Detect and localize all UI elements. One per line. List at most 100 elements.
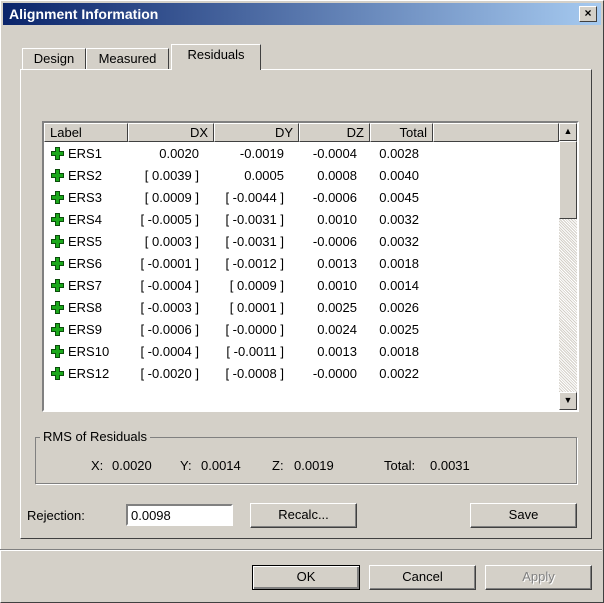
row-label: ERS6 bbox=[68, 256, 102, 271]
rms-x-value: 0.0020 bbox=[112, 458, 152, 473]
row-dx: 0.0020 bbox=[159, 146, 199, 161]
green-plus-icon bbox=[51, 191, 64, 204]
scroll-up-arrow-icon[interactable]: ▲ bbox=[559, 123, 577, 141]
table-row[interactable]: ERS7 [ -0.0004 ] [ 0.0009 ] 0.0010 0.0014 bbox=[44, 275, 556, 297]
row-dx: [ -0.0004 ] bbox=[140, 344, 199, 359]
tab-design[interactable]: Design bbox=[22, 48, 86, 70]
green-plus-icon bbox=[51, 279, 64, 292]
table-row[interactable]: ERS12 [ -0.0020 ] [ -0.0008 ] -0.0000 0.0022 bbox=[44, 363, 556, 385]
row-total: 0.0025 bbox=[379, 322, 419, 337]
table-row[interactable]: ERS6 [ -0.0001 ] [ -0.0012 ] 0.0013 0.0018 bbox=[44, 253, 556, 275]
row-total: 0.0014 bbox=[379, 278, 419, 293]
green-plus-icon bbox=[51, 257, 64, 270]
table-row[interactable]: ERS9 [ -0.0006 ] [ -0.0000 ] 0.0024 0.0025 bbox=[44, 319, 556, 341]
row-dx: [ 0.0039 ] bbox=[144, 168, 199, 183]
column-header-blank[interactable] bbox=[433, 123, 559, 142]
row-total: 0.0045 bbox=[379, 190, 419, 205]
row-dy: 0.0005 bbox=[244, 168, 284, 183]
vertical-scrollbar[interactable]: ▲ ▼ bbox=[559, 123, 577, 410]
row-total: 0.0028 bbox=[379, 146, 419, 161]
scrollbar-thumb[interactable] bbox=[559, 141, 577, 219]
row-dy: [ -0.0000 ] bbox=[225, 322, 284, 337]
title-bar[interactable]: Alignment Information × bbox=[3, 3, 601, 25]
separator bbox=[0, 549, 602, 551]
scroll-down-arrow-icon[interactable]: ▼ bbox=[559, 392, 577, 410]
row-label: ERS12 bbox=[68, 366, 110, 381]
rejection-input[interactable] bbox=[126, 504, 233, 526]
residuals-list[interactable]: Label DX DY DZ Total ERS1 0.0020 -0.0019 -0… bbox=[42, 121, 579, 412]
rms-y-label: Y: bbox=[180, 458, 192, 473]
row-label: ERS10 bbox=[68, 344, 110, 359]
table-row[interactable]: ERS10 [ -0.0004 ] [ -0.0011 ] 0.0013 0.0018 bbox=[44, 341, 556, 363]
row-dy: [ 0.0009 ] bbox=[229, 278, 284, 293]
window-title: Alignment Information bbox=[9, 6, 159, 22]
column-header-dz[interactable]: DZ bbox=[299, 123, 370, 142]
row-label: ERS9 bbox=[68, 322, 102, 337]
column-header-label[interactable]: Label bbox=[44, 123, 128, 142]
green-plus-icon bbox=[51, 323, 64, 336]
row-dz: 0.0010 bbox=[317, 212, 357, 227]
row-dy: [ -0.0031 ] bbox=[225, 212, 284, 227]
green-plus-icon bbox=[51, 345, 64, 358]
table-row[interactable]: ERS3 [ 0.0009 ] [ -0.0044 ] -0.0006 0.0045 bbox=[44, 187, 556, 209]
row-dy: [ -0.0044 ] bbox=[225, 190, 284, 205]
green-plus-icon bbox=[51, 301, 64, 314]
row-label: ERS5 bbox=[68, 234, 102, 249]
rms-group-title: RMS of Residuals bbox=[40, 429, 151, 444]
table-row[interactable]: ERS4 [ -0.0005 ] [ -0.0031 ] 0.0010 0.0032 bbox=[44, 209, 556, 231]
recalc-button[interactable]: Recalc... bbox=[250, 503, 357, 528]
row-dz: -0.0004 bbox=[312, 146, 357, 161]
rms-x-label: X: bbox=[91, 458, 104, 473]
row-dz: 0.0025 bbox=[317, 300, 357, 315]
row-dz: 0.0010 bbox=[317, 278, 357, 293]
row-dy: -0.0019 bbox=[239, 146, 284, 161]
row-total: 0.0032 bbox=[379, 212, 419, 227]
tab-measured[interactable]: Measured bbox=[86, 48, 169, 70]
rms-total-label: Total: bbox=[384, 458, 416, 473]
apply-button[interactable]: Apply bbox=[485, 565, 592, 590]
rejection-label: Rejection: bbox=[27, 508, 85, 523]
rms-total-value: 0.0031 bbox=[430, 458, 470, 473]
row-label: ERS2 bbox=[68, 168, 102, 183]
row-dx: [ -0.0005 ] bbox=[140, 212, 199, 227]
close-button[interactable]: × bbox=[579, 6, 597, 22]
row-dz: -0.0006 bbox=[312, 234, 357, 249]
row-dy: [ -0.0011 ] bbox=[226, 344, 284, 359]
table-row[interactable]: ERS5 [ 0.0003 ] [ -0.0031 ] -0.0006 0.0032 bbox=[44, 231, 556, 253]
row-total: 0.0022 bbox=[379, 366, 419, 381]
table-row[interactable]: ERS1 0.0020 -0.0019 -0.0004 0.0028 bbox=[44, 143, 556, 165]
save-button[interactable]: Save bbox=[470, 503, 577, 528]
row-dx: [ 0.0003 ] bbox=[144, 234, 199, 249]
ok-button[interactable]: OK bbox=[252, 565, 360, 590]
row-dy: [ 0.0001 ] bbox=[229, 300, 284, 315]
green-plus-icon bbox=[51, 235, 64, 248]
row-dx: [ -0.0004 ] bbox=[140, 278, 199, 293]
row-dz: -0.0006 bbox=[312, 190, 357, 205]
row-dx: [ -0.0003 ] bbox=[140, 300, 199, 315]
green-plus-icon bbox=[51, 213, 64, 226]
row-total: 0.0018 bbox=[379, 256, 419, 271]
row-total: 0.0040 bbox=[379, 168, 419, 183]
row-dy: [ -0.0012 ] bbox=[225, 256, 284, 271]
column-header-dy[interactable]: DY bbox=[214, 123, 299, 142]
row-label: ERS7 bbox=[68, 278, 102, 293]
row-dx: [ -0.0020 ] bbox=[140, 366, 199, 381]
row-dy: [ -0.0031 ] bbox=[225, 234, 284, 249]
row-label: ERS1 bbox=[68, 146, 102, 161]
row-label: ERS4 bbox=[68, 212, 102, 227]
table-row[interactable]: ERS8 [ -0.0003 ] [ 0.0001 ] 0.0025 0.0026 bbox=[44, 297, 556, 319]
column-header-dx[interactable]: DX bbox=[128, 123, 214, 142]
row-dz: 0.0013 bbox=[317, 256, 357, 271]
row-dz: 0.0024 bbox=[317, 322, 357, 337]
rms-z-value: 0.0019 bbox=[294, 458, 334, 473]
green-plus-icon bbox=[51, 367, 64, 380]
table-row[interactable]: ERS2 [ 0.0039 ] 0.0005 0.0008 0.0040 bbox=[44, 165, 556, 187]
row-label: ERS8 bbox=[68, 300, 102, 315]
green-plus-icon bbox=[51, 169, 64, 182]
row-dz: 0.0008 bbox=[317, 168, 357, 183]
column-header-total[interactable]: Total bbox=[370, 123, 433, 142]
tab-residuals[interactable]: Residuals bbox=[171, 44, 261, 70]
row-dx: [ -0.0006 ] bbox=[140, 322, 199, 337]
row-dy: [ -0.0008 ] bbox=[225, 366, 284, 381]
cancel-button[interactable]: Cancel bbox=[369, 565, 476, 590]
